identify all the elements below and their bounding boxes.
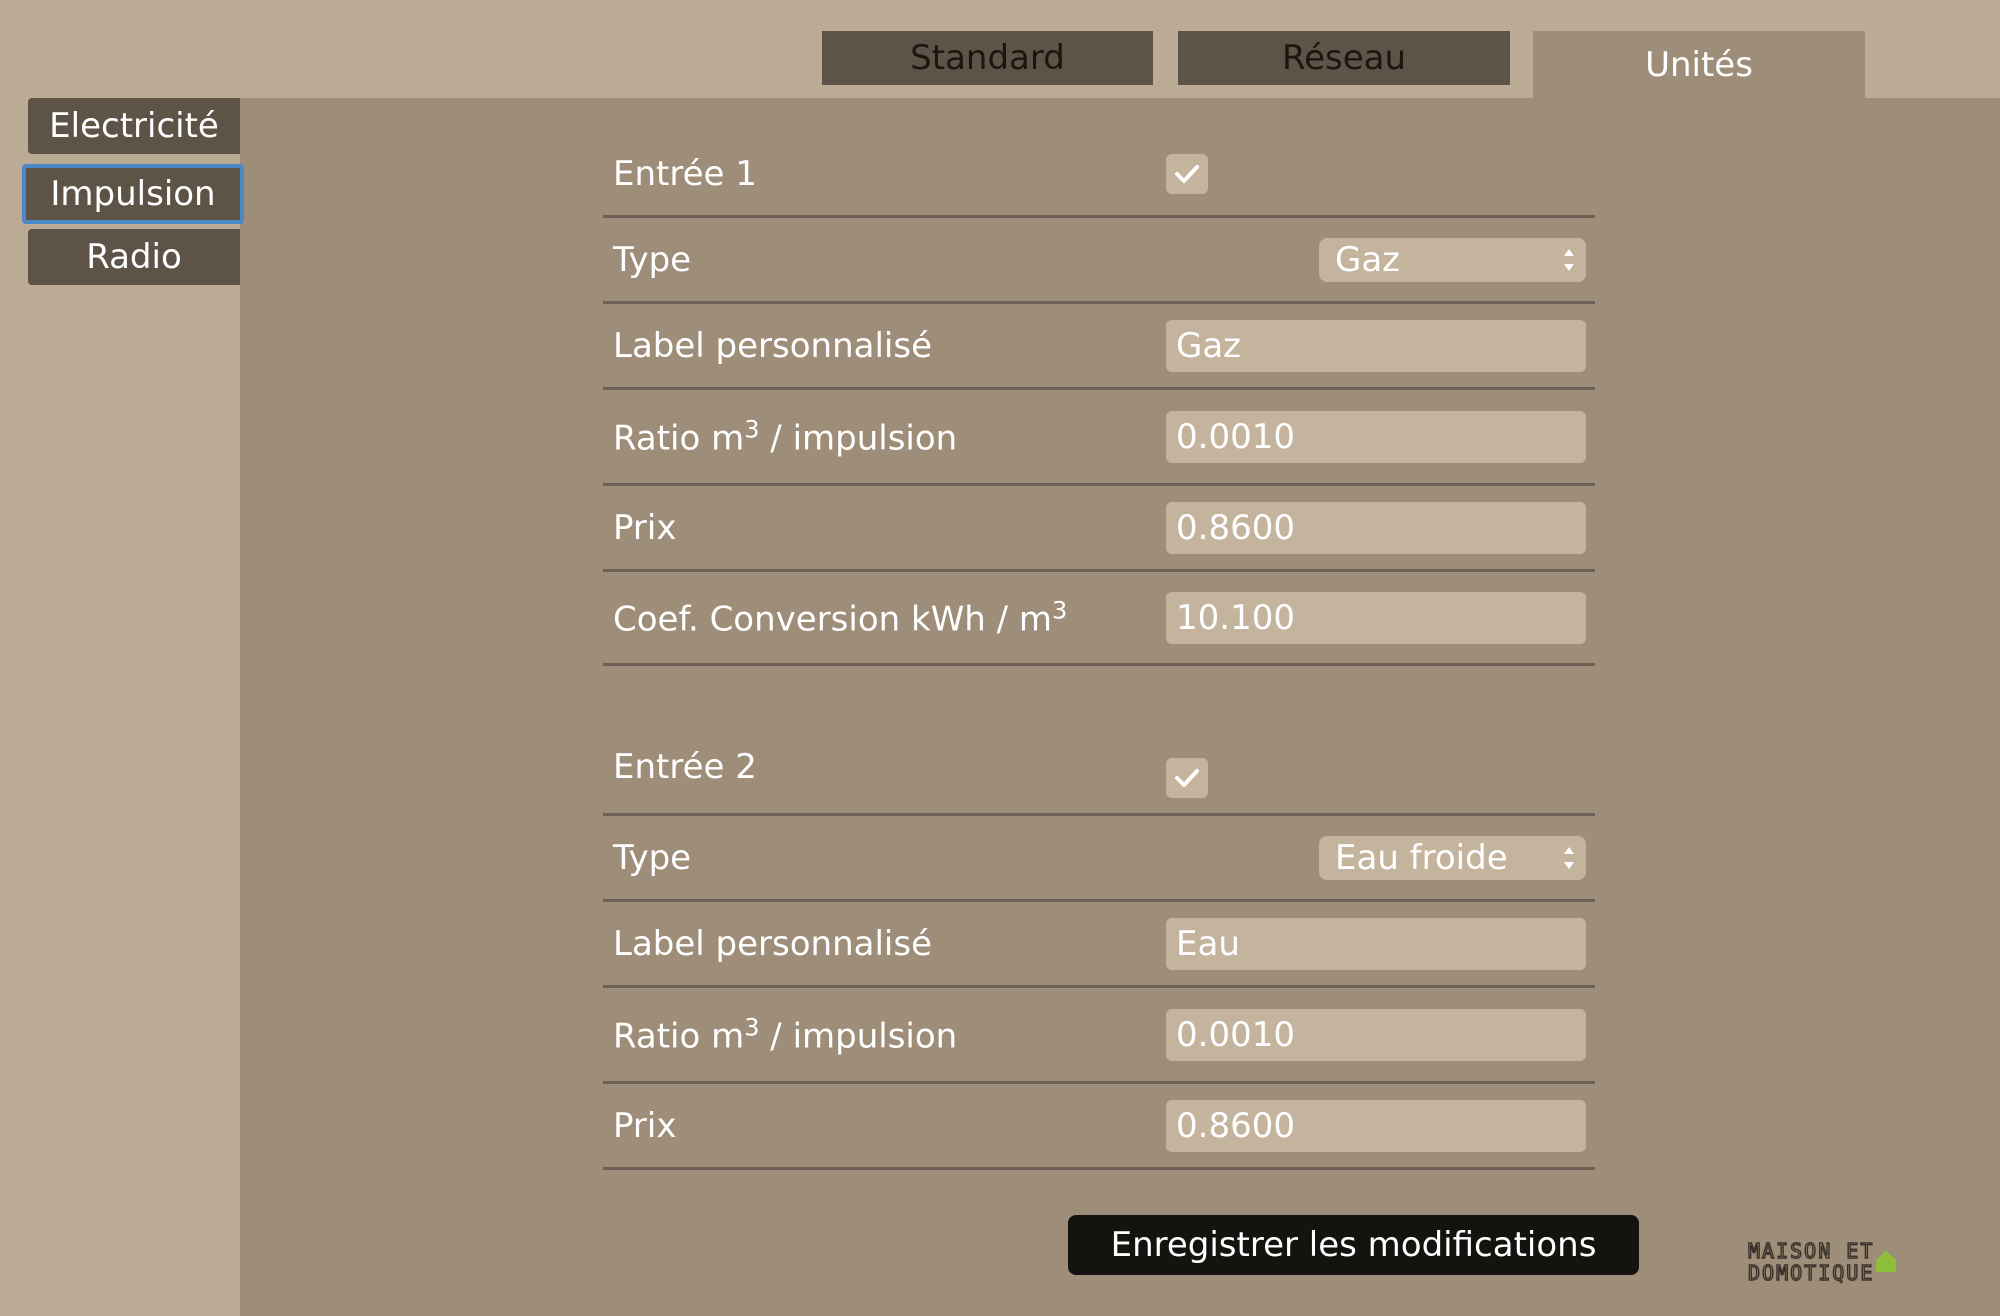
input1-coef-row: Coef. Conversion kWh / m3 xyxy=(603,572,1595,666)
checkmark-icon xyxy=(1175,164,1199,183)
input1-title: Entrée 1 xyxy=(613,153,757,194)
select-arrows-icon xyxy=(1564,846,1574,869)
input1-header-row: Entrée 1 xyxy=(603,132,1595,218)
tab-unites[interactable]: Unités xyxy=(1533,31,1865,98)
input1-type-row: Type Gaz xyxy=(603,218,1595,304)
house-icon xyxy=(1876,1251,1896,1272)
input2-ratio-input[interactable] xyxy=(1166,1008,1586,1061)
input1-ratio-row: Ratio m3 / impulsion xyxy=(603,390,1595,486)
tab-reseau[interactable]: Réseau xyxy=(1178,31,1510,85)
sidebar-item-radio[interactable]: Radio xyxy=(28,229,240,285)
input1-custom-label-row: Label personnalisé xyxy=(603,304,1595,390)
checkmark-icon xyxy=(1175,769,1199,788)
select-arrows-icon xyxy=(1564,248,1574,271)
input2-title: Entrée 2 xyxy=(613,747,757,788)
input2-custom-label-input[interactable] xyxy=(1166,917,1586,970)
input2-price-label: Prix xyxy=(613,1105,677,1146)
sidebar-item-label: Impulsion xyxy=(50,174,216,214)
input2-type-row: Type Eau froide xyxy=(603,816,1595,902)
input1-price-row: Prix xyxy=(603,486,1595,572)
tab-standard-label: Standard xyxy=(910,38,1065,78)
input1-type-value: Gaz xyxy=(1335,239,1401,280)
input1-custom-label-input[interactable] xyxy=(1166,319,1586,372)
input2-type-value: Eau froide xyxy=(1335,837,1508,878)
input1-ratio-label: Ratio m3 / impulsion xyxy=(613,414,958,459)
input1-type-select[interactable]: Gaz xyxy=(1319,237,1586,282)
maison-et-domotique-logo: MAISON ET DOMOTIQUE xyxy=(1748,1240,1896,1284)
tab-unites-label: Unités xyxy=(1645,44,1753,85)
input2-custom-label-label: Label personnalisé xyxy=(613,923,932,964)
input2-price-row: Prix xyxy=(603,1084,1595,1170)
logo-line1: MAISON ET xyxy=(1748,1240,1874,1263)
input1-price-input[interactable] xyxy=(1166,501,1586,554)
input2-header-row: Entrée 2 xyxy=(603,730,1595,816)
save-button[interactable]: Enregistrer les modifications xyxy=(1068,1215,1639,1275)
input2-custom-label-row: Label personnalisé xyxy=(603,902,1595,988)
tab-standard[interactable]: Standard xyxy=(822,31,1153,85)
input1-ratio-input[interactable] xyxy=(1166,410,1586,463)
logo-line2: DOMOTIQUE xyxy=(1748,1261,1874,1284)
input2-ratio-row: Ratio m3 / impulsion xyxy=(603,988,1595,1084)
input1-coef-label: Coef. Conversion kWh / m3 xyxy=(613,595,1068,640)
input1-price-label: Prix xyxy=(613,507,677,548)
input1-type-label: Type xyxy=(613,239,692,280)
input2-ratio-label: Ratio m3 / impulsion xyxy=(613,1012,958,1057)
input2-enabled-checkbox[interactable] xyxy=(1166,758,1208,799)
sidebar-item-electricite[interactable]: Electricité xyxy=(28,98,240,154)
input1-enabled-checkbox[interactable] xyxy=(1166,153,1208,194)
sidebar-item-impulsion[interactable]: Impulsion xyxy=(22,164,244,224)
sidebar-item-label: Electricité xyxy=(49,106,219,146)
input1-coef-input[interactable] xyxy=(1166,591,1586,644)
sidebar-item-label: Radio xyxy=(86,237,182,277)
input2-type-select[interactable]: Eau froide xyxy=(1319,835,1586,880)
input2-type-label: Type xyxy=(613,837,692,878)
input1-custom-label-label: Label personnalisé xyxy=(613,325,932,366)
tab-reseau-label: Réseau xyxy=(1281,38,1407,78)
input2-price-input[interactable] xyxy=(1166,1099,1586,1152)
